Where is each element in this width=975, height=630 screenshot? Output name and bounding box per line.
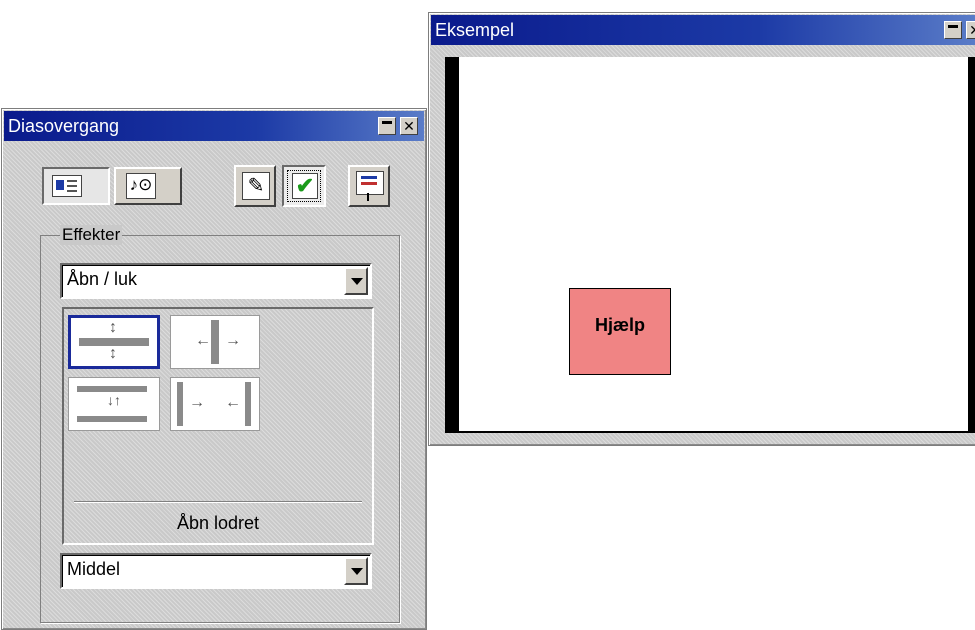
chevron-down-icon[interactable] [344, 557, 368, 585]
slide-transition-button[interactable] [42, 167, 110, 205]
effect-close-horizontal[interactable]: ↓↑ [68, 377, 160, 431]
preview-slide: Hjælp [459, 57, 968, 431]
minimize-button[interactable] [378, 117, 396, 135]
presentation-icon [356, 171, 384, 195]
transition-window-title: Diasovergang [8, 116, 120, 136]
sample-help-button: Hjælp [569, 288, 671, 375]
sample-help-label: Hjælp [594, 315, 645, 335]
pen-icon: ✎ [242, 172, 270, 200]
speed-select[interactable]: Middel [60, 553, 372, 589]
record-narration-button[interactable]: ✎ [234, 165, 276, 207]
effect-open-horizontal[interactable]: ↕ ↕ [68, 315, 160, 369]
preview-button[interactable] [348, 165, 390, 207]
preview-window-titlebar[interactable]: Eksempel ✕ [431, 15, 975, 45]
transition-window-titlebar[interactable]: Diasovergang ✕ [4, 111, 424, 141]
preview-frame: Hjælp [445, 57, 975, 433]
sound-icon: ♪⊙ [126, 173, 156, 199]
preview-window: Eksempel ✕ Hjælp [428, 12, 975, 446]
effect-category-select[interactable]: Åbn / luk [60, 263, 372, 299]
minimize-button[interactable] [944, 21, 962, 39]
close-button[interactable]: ✕ [966, 21, 975, 39]
divider [74, 501, 362, 502]
slide-transition-icon [52, 175, 82, 197]
speed-value: Middel [67, 559, 121, 579]
checkmark-icon: ✔ [292, 173, 318, 199]
effect-category-value: Åbn / luk [67, 269, 138, 289]
effects-group-label: Effekter [60, 225, 123, 245]
effect-close-vertical[interactable]: → ← [170, 377, 260, 431]
effects-list: ↕ ↕ ← → ↓↑ → ← Åbn lodret [62, 307, 374, 545]
apply-button[interactable]: ✔ [282, 165, 326, 207]
chevron-down-icon[interactable] [344, 267, 368, 295]
selected-effect-name: Åbn lodret [176, 513, 260, 533]
transition-window: Diasovergang ✕ ♪⊙ ✎ ✔ Effekter Åbn / luk [1, 108, 427, 630]
effect-open-vertical[interactable]: ← → [170, 315, 260, 369]
sound-button[interactable]: ♪⊙ [114, 167, 182, 205]
preview-window-title: Eksempel [435, 20, 515, 40]
close-button[interactable]: ✕ [400, 117, 418, 135]
